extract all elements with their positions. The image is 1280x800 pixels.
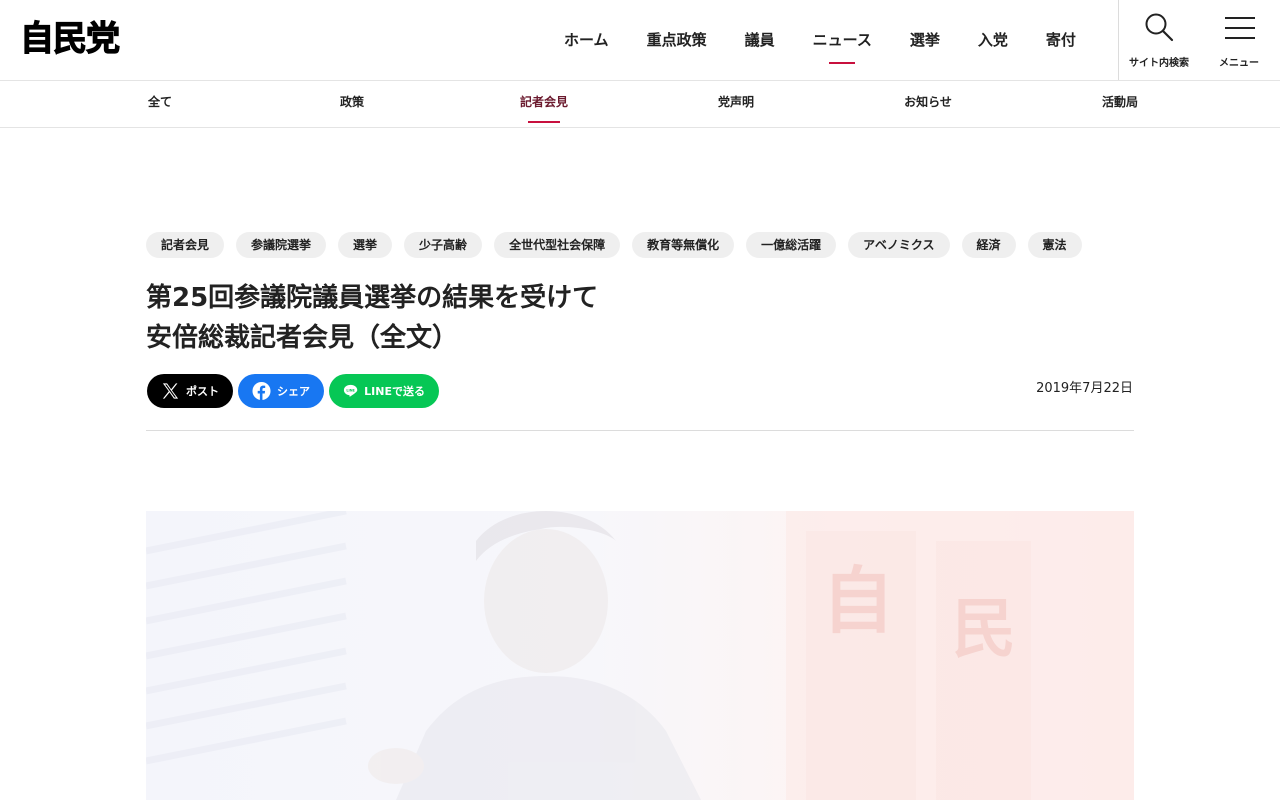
article-date: 2019年7月22日 — [1036, 381, 1133, 396]
share-line-button[interactable]: LINE LINEで送る — [329, 374, 439, 408]
gnav-item-policy[interactable]: 重点政策 — [628, 0, 726, 80]
subnav-item-activities[interactable]: 活動局 — [1102, 81, 1138, 127]
tag-chip[interactable]: 全世代型社会保障 — [494, 232, 621, 258]
news-category-nav: 全て 政策 記者会見 党声明 お知らせ 活動局 — [0, 81, 1280, 128]
line-logo-icon: LINE — [343, 384, 358, 397]
header-divider — [146, 430, 1134, 431]
share-facebook-label: シェア — [277, 385, 310, 398]
tag-chip[interactable]: 憲法 — [1027, 232, 1082, 258]
photo-signage-text-1: 自 — [822, 559, 894, 643]
tag-chip[interactable]: 一億総活躍 — [746, 232, 837, 258]
site-search-button[interactable]: サイト内検索 — [1119, 0, 1199, 80]
tag-chip[interactable]: アベノミクス — [848, 232, 950, 258]
share-line-label: LINEで送る — [364, 385, 425, 398]
share-x-label: ポスト — [186, 385, 219, 398]
tag-chip[interactable]: 記者会見 — [146, 232, 225, 258]
tag-chip[interactable]: 少子高齢 — [404, 232, 483, 258]
subnav-item-all[interactable]: 全て — [148, 81, 172, 127]
gnav-item-home[interactable]: ホーム — [545, 0, 628, 80]
menu-button[interactable]: メニュー — [1199, 0, 1279, 80]
gnav-item-news[interactable]: ニュース — [794, 0, 891, 80]
photo-building-lines — [146, 511, 347, 765]
facebook-logo-icon — [252, 381, 271, 401]
subnav-item-press-conference[interactable]: 記者会見 — [520, 81, 568, 127]
article-title-line-2: 安倍総裁記者会見（全文） — [146, 323, 459, 353]
hamburger-menu-icon — [1225, 17, 1255, 39]
site-header: 自民党 ホーム 重点政策 議員 ニュース 選挙 入党 寄付 サイト内検索 メニュ… — [0, 0, 1280, 81]
share-facebook-button[interactable]: シェア — [238, 374, 324, 408]
tag-chip[interactable]: 経済 — [961, 232, 1016, 258]
site-search-label: サイト内検索 — [1129, 58, 1189, 69]
share-buttons: ポスト シェア LINE LINEで送る — [147, 374, 439, 408]
tag-chip[interactable]: 選挙 — [338, 232, 393, 258]
site-logo[interactable]: 自民党 — [19, 19, 120, 58]
subnav-item-notices[interactable]: お知らせ — [904, 81, 952, 127]
utility-nav: サイト内検索 メニュー — [1118, 0, 1280, 80]
tag-chip[interactable]: 参議院選挙 — [236, 232, 327, 258]
photo-signage-text-2: 民 — [952, 593, 1016, 667]
menu-label: メニュー — [1219, 58, 1259, 69]
tag-chip[interactable]: 教育等無償化 — [632, 232, 735, 258]
gnav-item-donate[interactable]: 寄付 — [1027, 0, 1095, 80]
press-conference-photo: 自 民 — [146, 511, 1134, 800]
photo-speaker-silhouette — [368, 511, 701, 800]
article-tags: 記者会見 参議院選挙 選挙 少子高齢 全世代型社会保障 教育等無償化 一億総活躍… — [146, 232, 1082, 258]
gnav-item-members[interactable]: 議員 — [726, 0, 794, 80]
article-title: 第25回参議院議員選挙の結果を受けて 安倍総裁記者会見（全文） — [146, 278, 846, 358]
search-icon — [1145, 13, 1174, 42]
global-nav: ホーム 重点政策 議員 ニュース 選挙 入党 寄付 — [545, 0, 1095, 80]
subnav-item-statements[interactable]: 党声明 — [718, 81, 754, 127]
line-logo-text: LINE — [346, 388, 355, 392]
x-logo-icon — [162, 383, 179, 399]
gnav-item-election[interactable]: 選挙 — [891, 0, 959, 80]
article-title-line-1: 第25回参議院議員選挙の結果を受けて — [146, 283, 599, 313]
gnav-item-join[interactable]: 入党 — [959, 0, 1027, 80]
share-x-button[interactable]: ポスト — [147, 374, 233, 408]
subnav-item-policy[interactable]: 政策 — [340, 81, 364, 127]
article-hero-photo: 自 民 — [146, 511, 1134, 800]
